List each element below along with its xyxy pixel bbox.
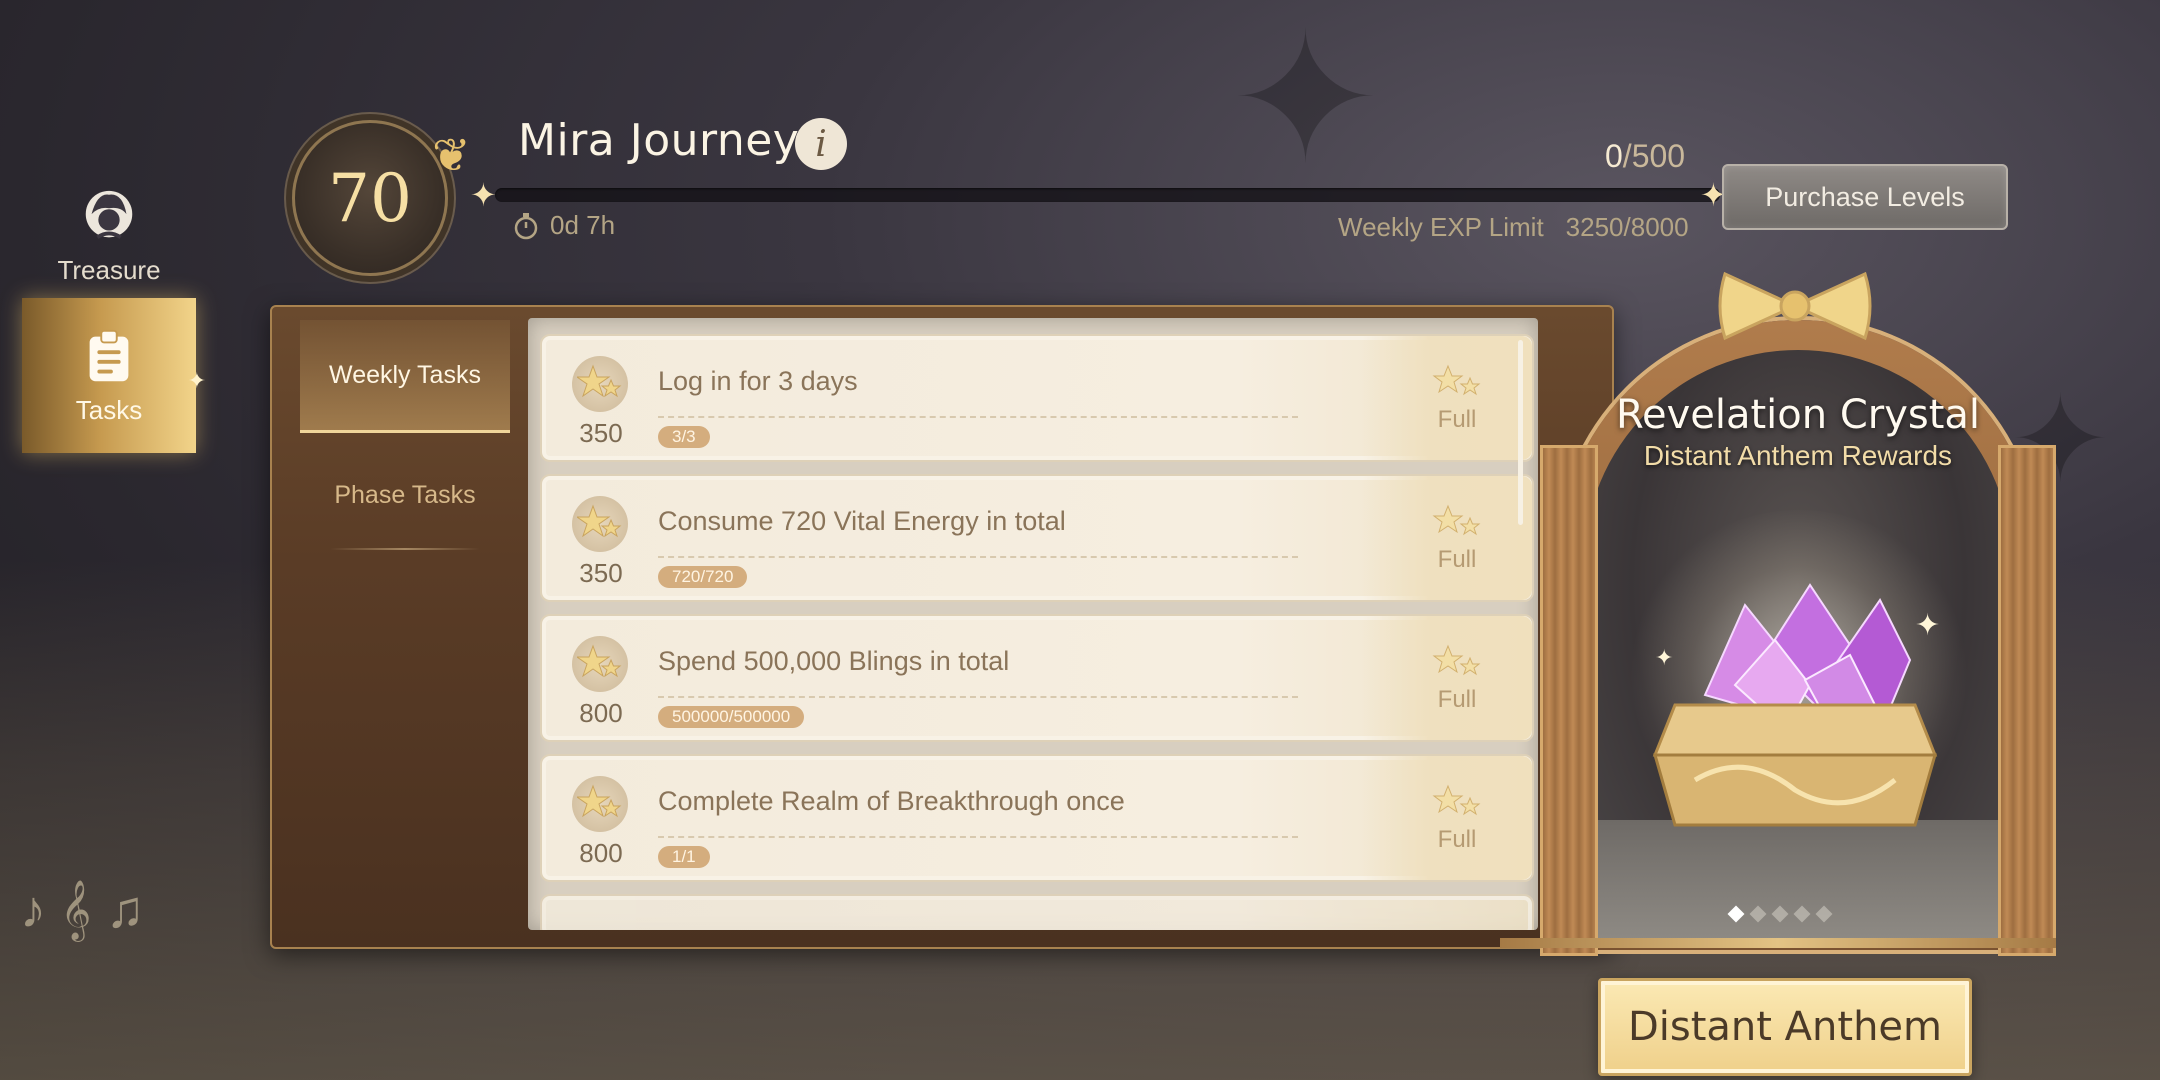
task-points: 350: [579, 418, 623, 448]
task-list-scrollbar[interactable]: [1518, 340, 1523, 525]
task-progress: 720/720: [658, 566, 748, 588]
leaf-decoration-icon: ❦: [432, 129, 471, 181]
svg-text:✦: ✦: [1915, 608, 1940, 643]
tab-label: Weekly Tasks: [329, 360, 481, 389]
background-star-decoration: ✦: [1230, 0, 1381, 200]
page-title: Mira Journey: [518, 115, 800, 166]
star-icon: [572, 776, 628, 832]
pager-dot[interactable]: [1815, 905, 1833, 923]
task-status: Full: [1362, 756, 1532, 880]
task-points: 800: [579, 838, 623, 868]
task-status-label: Full: [1437, 546, 1477, 573]
weekly-limit-label: Weekly EXP Limit: [1338, 212, 1544, 242]
exp-current: 0: [1605, 138, 1623, 174]
svg-text:✦: ✦: [1655, 646, 1673, 671]
task-row[interactable]: 800 Spend 500,000 Blings in total 500000…: [540, 614, 1534, 742]
pager-dot[interactable]: [1727, 905, 1745, 923]
info-button[interactable]: i: [795, 118, 847, 170]
showcase-base: [1500, 938, 2056, 948]
tab-weekly-tasks[interactable]: Weekly Tasks: [300, 320, 510, 433]
distant-anthem-button[interactable]: Distant Anthem: [1598, 978, 1972, 1076]
task-description: Log in for 3 days: [658, 366, 858, 396]
star-icon: [1432, 504, 1481, 536]
exp-max: /500: [1622, 138, 1686, 174]
task-status-label: Full: [1437, 826, 1477, 853]
divider: [658, 416, 1298, 418]
level-badge: 70: [292, 120, 448, 276]
task-description: Complete Realm of Breakthrough once: [658, 786, 1125, 816]
star-icon: [572, 636, 628, 692]
weekly-exp-limit: Weekly EXP Limit 3250/8000: [1338, 212, 1689, 243]
task-row[interactable]: [540, 894, 1534, 930]
nav-label-treasure: Treasure: [57, 254, 161, 285]
star-icon: [1432, 644, 1481, 676]
pillar-right: [1998, 445, 2056, 956]
task-status-label: Full: [1437, 406, 1477, 433]
nav-label-tasks: Tasks: [75, 395, 143, 425]
divider: [658, 696, 1298, 698]
reward-title: Revelation Crystal: [1615, 392, 1981, 438]
task-status: Full: [1362, 336, 1532, 460]
level-number: 70: [328, 159, 412, 237]
task-row[interactable]: 350 Log in for 3 days 3/3 Full: [540, 334, 1534, 462]
tab-phase-tasks[interactable]: Phase Tasks: [300, 440, 510, 550]
task-progress: 1/1: [658, 846, 710, 868]
timer: 0d 7h: [512, 210, 615, 241]
sparkle-icon: ✦: [187, 368, 206, 393]
weekly-limit-value: 3250/8000: [1565, 212, 1689, 242]
timer-value: 0d 7h: [550, 210, 616, 240]
tab-label: Phase Tasks: [334, 480, 476, 509]
reward-pager[interactable]: [1727, 905, 1833, 923]
task-status-label: Full: [1437, 686, 1477, 713]
task-status: Full: [1362, 476, 1532, 600]
treasure-avatar-icon: [85, 190, 133, 239]
revelation-crystal-icon: ✦ ✦: [1652, 583, 1940, 827]
music-notes-icon: ♪ 𝄞 ♫: [20, 881, 145, 939]
star-icon: [572, 356, 628, 412]
task-status: Full: [1362, 616, 1532, 740]
task-row[interactable]: 350 Consume 720 Vital Energy in total 72…: [540, 474, 1534, 602]
sparkle-icon: ✦: [470, 177, 497, 213]
task-points: 350: [579, 558, 623, 588]
nav-item-tasks[interactable]: Tasks ✦: [22, 298, 206, 453]
stopwatch-icon: [514, 212, 538, 239]
task-description: Consume 720 Vital Energy in total: [658, 506, 1066, 536]
pillar-left: [1540, 445, 1598, 956]
task-progress: 3/3: [658, 426, 710, 448]
pager-dot[interactable]: [1793, 905, 1811, 923]
task-description: Spend 500,000 Blings in total: [658, 646, 1010, 676]
exp-counter: 0/500: [1605, 138, 1685, 175]
pager-dot[interactable]: [1749, 905, 1767, 923]
divider: [658, 836, 1298, 838]
reward-subtitle: Distant Anthem Rewards: [1643, 440, 1953, 471]
task-points: 800: [579, 698, 623, 728]
exp-progress-bar: [495, 188, 1720, 202]
info-icon: i: [815, 123, 827, 165]
nav-item-treasure[interactable]: Treasure: [22, 160, 196, 310]
star-icon: [572, 496, 628, 552]
distant-anthem-label: Distant Anthem: [1627, 1004, 1943, 1050]
task-progress: 500000/500000: [658, 706, 805, 728]
task-row[interactable]: 800 Complete Realm of Breakthrough once …: [540, 754, 1534, 882]
pager-dot[interactable]: [1771, 905, 1789, 923]
clipboard-icon: [89, 329, 129, 382]
task-list[interactable]: 350 Log in for 3 days 3/3 Full 350 Consu…: [528, 318, 1538, 930]
purchase-levels-button[interactable]: Purchase Levels: [1722, 164, 2008, 230]
purchase-levels-label: Purchase Levels: [1765, 181, 1965, 212]
bow-icon: [1718, 271, 1872, 341]
reward-showcase[interactable]: Revelation Crystal Distant Anthem Reward…: [1540, 271, 2056, 956]
divider: [658, 556, 1298, 558]
star-icon: [1432, 364, 1481, 396]
star-icon: [1432, 784, 1481, 816]
